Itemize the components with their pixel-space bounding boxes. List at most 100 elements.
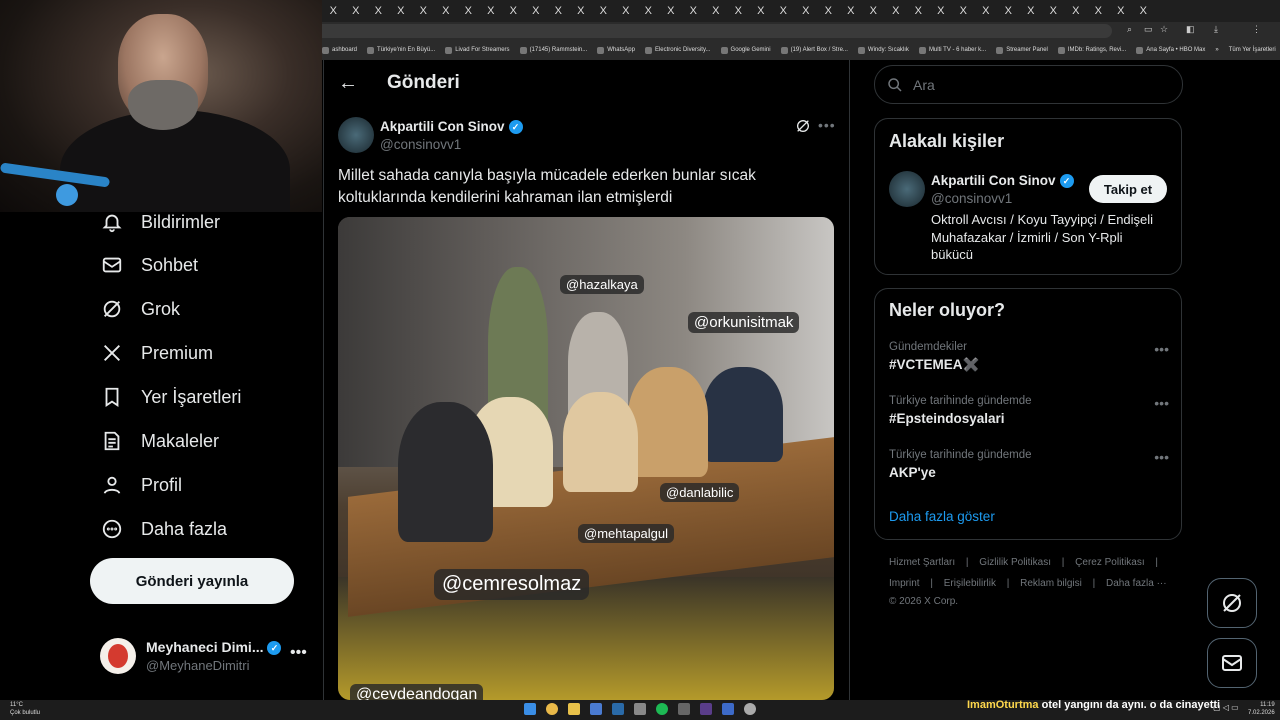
trend-more-icon[interactable]: •••	[1154, 395, 1169, 411]
browser-tab-close-icon[interactable]: X	[525, 5, 548, 17]
nav-notifications[interactable]: Bildirimler	[100, 208, 220, 236]
footer-link[interactable]: Erişilebilirlik	[944, 578, 996, 589]
nav-bookmarks[interactable]: Yer İşaretleri	[100, 383, 241, 411]
back-arrow-icon[interactable]: ←	[338, 72, 358, 95]
tweet-author-name-row[interactable]: Akpartili Con Sinov ✓	[380, 119, 523, 135]
steam-icon[interactable]	[612, 703, 624, 715]
address-bar[interactable]: ⌕ ▭ ☆ ◧ ⤓ ⋮	[322, 22, 1280, 40]
system-tray[interactable]: ▢ ◁ ▭	[1213, 703, 1239, 712]
footer-link[interactable]: Reklam bilgisi	[1020, 578, 1082, 589]
browser-tab-close-icon[interactable]: X	[1065, 5, 1088, 17]
footer-link[interactable]: Çerez Politikası	[1075, 557, 1144, 568]
browser-tab-close-icon[interactable]: X	[367, 5, 390, 17]
browser-tab-close-icon[interactable]: X	[817, 5, 840, 17]
browser-tab-close-icon[interactable]: X	[1087, 5, 1110, 17]
extensions-icon[interactable]: ◧	[1186, 24, 1195, 35]
browser-tab-close-icon[interactable]: X	[1110, 5, 1133, 17]
app-icon[interactable]	[590, 703, 602, 715]
browser-tab-close-icon[interactable]: X	[772, 5, 795, 17]
bookmark-item[interactable]: Electronic Diversity...	[644, 46, 711, 54]
browser-tab-close-icon[interactable]: X	[1020, 5, 1043, 17]
bookmark-item[interactable]: (19) Alert Box / Stre...	[780, 46, 848, 54]
browser-tab-close-icon[interactable]: X	[592, 5, 615, 17]
trend-item[interactable]: Gündemdekiler #VCTEMEA✖️ •••	[889, 341, 1169, 373]
bookmark-item[interactable]: Multi TV - 6 haber k...	[918, 46, 986, 54]
browser-tab-close-icon[interactable]: X	[435, 5, 458, 17]
bookmark-item[interactable]: Livad For Streamers	[445, 46, 510, 54]
browser-tab-close-icon[interactable]: X	[727, 5, 750, 17]
nav-premium[interactable]: Premium	[100, 339, 213, 367]
browser-tab-close-icon[interactable]: X	[570, 5, 593, 17]
download-icon[interactable]: ⤓	[1214, 24, 1218, 35]
browser-tab-close-icon[interactable]: X	[660, 5, 683, 17]
app-icon[interactable]	[722, 703, 734, 715]
tweet-author-handle[interactable]: @consinovv1	[380, 137, 461, 152]
app-icon[interactable]	[678, 703, 690, 715]
bookmark-item[interactable]: IMDb: Ratings, Revi...	[1057, 46, 1126, 54]
tweet-more-icon[interactable]: •••	[818, 117, 836, 133]
messages-fab[interactable]	[1207, 638, 1257, 688]
bookmark-item[interactable]: Streamer Panel	[996, 46, 1048, 54]
bookmark-item[interactable]: (17145) Rammstein...	[519, 46, 587, 54]
show-more-link[interactable]: Daha fazla göster	[889, 509, 995, 524]
clock[interactable]: 11:19 7.02.2026	[1248, 701, 1275, 717]
chrome-icon[interactable]	[546, 703, 558, 715]
footer-link[interactable]: Gizlilik Politikası	[979, 557, 1051, 568]
browser-menu-icon[interactable]: ⋮	[1252, 24, 1261, 35]
bookmark-item[interactable]: ashboard	[322, 46, 357, 54]
bookmark-item[interactable]: Windy: Sıcaklık	[857, 46, 909, 54]
bookmark-item[interactable]: WhatsApp	[597, 46, 635, 54]
footer-link[interactable]: Imprint	[889, 578, 920, 589]
nav-articles[interactable]: Makaleler	[100, 427, 219, 455]
browser-tab-close-icon[interactable]: X	[840, 5, 863, 17]
account-more-icon[interactable]: •••	[290, 644, 307, 662]
browser-tab-close-icon[interactable]: X	[682, 5, 705, 17]
trend-item[interactable]: Türkiye tarihinde gündemde AKP'ye •••	[889, 449, 1169, 480]
bookmarks-overflow-button[interactable]: »	[1215, 47, 1218, 53]
app-icon[interactable]	[744, 703, 756, 715]
browser-tab-close-icon[interactable]: X	[997, 5, 1020, 17]
browser-tab-close-icon[interactable]: X	[795, 5, 818, 17]
browser-tab-close-icon[interactable]: X	[390, 5, 413, 17]
bookmark-item[interactable]: Ana Sayfa • HBO Max	[1136, 46, 1205, 54]
follow-button[interactable]: Takip et	[1089, 175, 1167, 203]
all-bookmarks-folder[interactable]: Tüm Yer İşaretleri	[1229, 47, 1276, 53]
browser-tab-close-icon[interactable]: X	[412, 5, 435, 17]
post-button[interactable]: Gönderi yayınla	[90, 558, 294, 604]
footer-link[interactable]: Daha fazla ···	[1106, 578, 1167, 589]
browser-tab-close-icon[interactable]: X	[705, 5, 728, 17]
related-avatar[interactable]	[889, 171, 925, 207]
browser-tab-close-icon[interactable]: X	[457, 5, 480, 17]
star-icon[interactable]: ☆	[1160, 24, 1168, 35]
browser-tab-close-icon[interactable]: X	[862, 5, 885, 17]
browser-tab-close-icon[interactable]: X	[480, 5, 503, 17]
browser-tab-close-icon[interactable]: X	[885, 5, 908, 17]
footer-link[interactable]: Hizmet Şartları	[889, 557, 955, 568]
browser-tab-close-icon[interactable]: X	[345, 5, 368, 17]
browser-tab-close-icon[interactable]: X	[952, 5, 975, 17]
related-name-row[interactable]: Akpartili Con Sinov ✓	[931, 173, 1074, 189]
start-icon[interactable]	[524, 703, 536, 715]
trend-more-icon[interactable]: •••	[1154, 449, 1169, 465]
bookmark-item[interactable]: Türkiye'nin En Büyü...	[367, 46, 435, 54]
grok-explain-icon[interactable]	[795, 118, 811, 139]
zoom-icon[interactable]: ⌕	[1127, 24, 1132, 35]
app-icon[interactable]	[634, 703, 646, 715]
browser-tab-close-icon[interactable]: X	[502, 5, 525, 17]
browser-tab-close-icon[interactable]: X	[907, 5, 930, 17]
search-bar[interactable]	[874, 65, 1183, 104]
browser-tab-close-icon[interactable]: X	[322, 5, 345, 17]
nav-grok[interactable]: Grok	[100, 295, 180, 323]
nav-profile[interactable]: Profil	[100, 471, 182, 499]
browser-tab-close-icon[interactable]: X	[1132, 5, 1155, 17]
browser-tab-close-icon[interactable]: X	[975, 5, 998, 17]
grok-fab[interactable]	[1207, 578, 1257, 628]
browser-tab-close-icon[interactable]: X	[637, 5, 660, 17]
cast-icon[interactable]: ▭	[1144, 24, 1153, 35]
weather-widget[interactable]: 11°C Çok bulutlu	[10, 701, 40, 717]
account-switcher[interactable]: Meyhaneci Dimi... ✓ @MeyhaneDimitri •••	[100, 636, 310, 678]
related-handle[interactable]: @consinovv1	[931, 191, 1012, 206]
tweet-author-avatar[interactable]	[338, 117, 374, 153]
browser-tab-close-icon[interactable]: X	[750, 5, 773, 17]
trend-more-icon[interactable]: •••	[1154, 341, 1169, 357]
